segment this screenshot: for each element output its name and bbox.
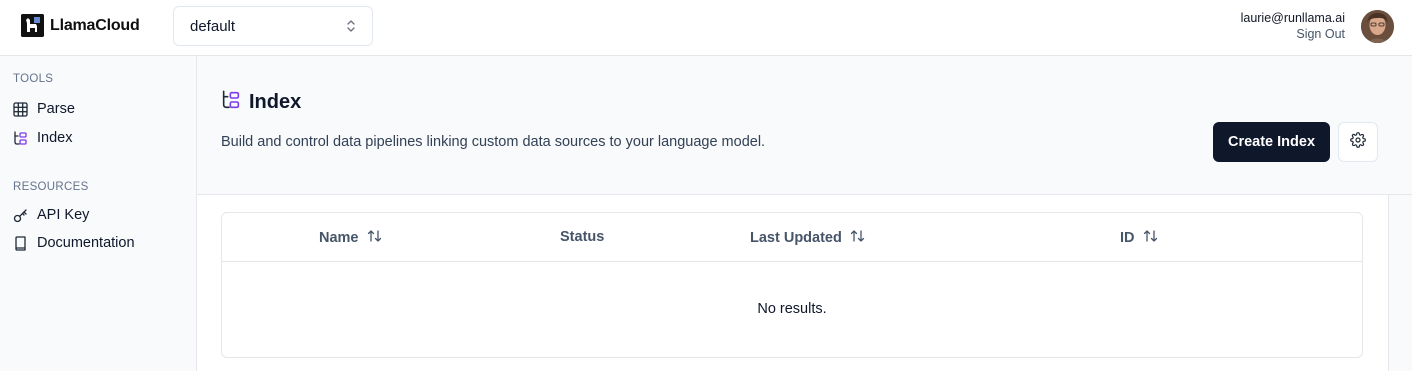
key-icon bbox=[13, 208, 28, 223]
sidebar-item-label: API Key bbox=[37, 207, 90, 223]
logo-text: LlamaCloud bbox=[50, 16, 140, 34]
app-logo[interactable]: LlamaCloud bbox=[21, 14, 140, 37]
sort-icon bbox=[367, 229, 382, 247]
sidebar: TOOLS Parse Index RESOURCES API Key Docu… bbox=[0, 56, 197, 371]
create-index-button[interactable]: Create Index bbox=[1213, 122, 1330, 162]
main-content: Index Build and control data pipelines l… bbox=[197, 56, 1412, 371]
column-header-id[interactable]: ID bbox=[1120, 229, 1158, 247]
gear-icon bbox=[1350, 131, 1366, 153]
page-title: Index bbox=[249, 91, 302, 113]
book-icon bbox=[13, 235, 28, 251]
sidebar-item-label: Index bbox=[37, 130, 73, 146]
table-container: Name Status Last Updated ID No results. bbox=[197, 194, 1389, 371]
top-header: LlamaCloud default laurie@runllama.ai Si… bbox=[0, 0, 1412, 56]
sidebar-item-index[interactable]: Index bbox=[13, 130, 72, 146]
user-info: laurie@runllama.ai Sign Out bbox=[1241, 10, 1345, 42]
sort-icon bbox=[1143, 229, 1158, 247]
sidebar-item-label: Parse bbox=[37, 101, 75, 117]
column-header-last-updated[interactable]: Last Updated bbox=[750, 229, 865, 247]
sign-out-link[interactable]: Sign Out bbox=[1241, 26, 1345, 42]
sidebar-section-tools: TOOLS bbox=[13, 73, 54, 85]
page-header: Index bbox=[221, 90, 301, 115]
index-tree-icon bbox=[221, 90, 241, 115]
project-select[interactable]: default bbox=[173, 6, 373, 46]
sidebar-item-api-key[interactable]: API Key bbox=[13, 207, 89, 223]
scrollbar[interactable] bbox=[1389, 194, 1412, 371]
avatar[interactable] bbox=[1361, 10, 1394, 43]
page-subtitle: Build and control data pipelines linking… bbox=[221, 134, 766, 150]
column-label: Last Updated bbox=[750, 230, 842, 246]
table-grid-icon bbox=[13, 101, 28, 117]
column-label: ID bbox=[1120, 230, 1135, 246]
sidebar-section-resources: RESOURCES bbox=[13, 181, 89, 193]
sidebar-item-documentation[interactable]: Documentation bbox=[13, 235, 135, 251]
index-tree-icon bbox=[13, 130, 28, 146]
column-label: Status bbox=[560, 229, 605, 245]
project-select-value: default bbox=[190, 17, 236, 35]
column-header-status: Status bbox=[560, 229, 604, 245]
column-header-name[interactable]: Name bbox=[319, 229, 382, 247]
sidebar-item-parse[interactable]: Parse bbox=[13, 101, 75, 117]
empty-state-text: No results. bbox=[757, 301, 827, 317]
user-email: laurie@runllama.ai bbox=[1240, 11, 1345, 25]
index-table: Name Status Last Updated ID No results. bbox=[221, 212, 1363, 358]
settings-button[interactable] bbox=[1338, 122, 1378, 162]
llama-logo-icon bbox=[21, 14, 44, 37]
table-header: Name Status Last Updated ID bbox=[222, 213, 1362, 262]
column-label: Name bbox=[319, 230, 359, 246]
sidebar-item-label: Documentation bbox=[37, 235, 135, 251]
chevron-up-down-icon bbox=[344, 18, 358, 38]
sort-icon bbox=[850, 229, 865, 247]
